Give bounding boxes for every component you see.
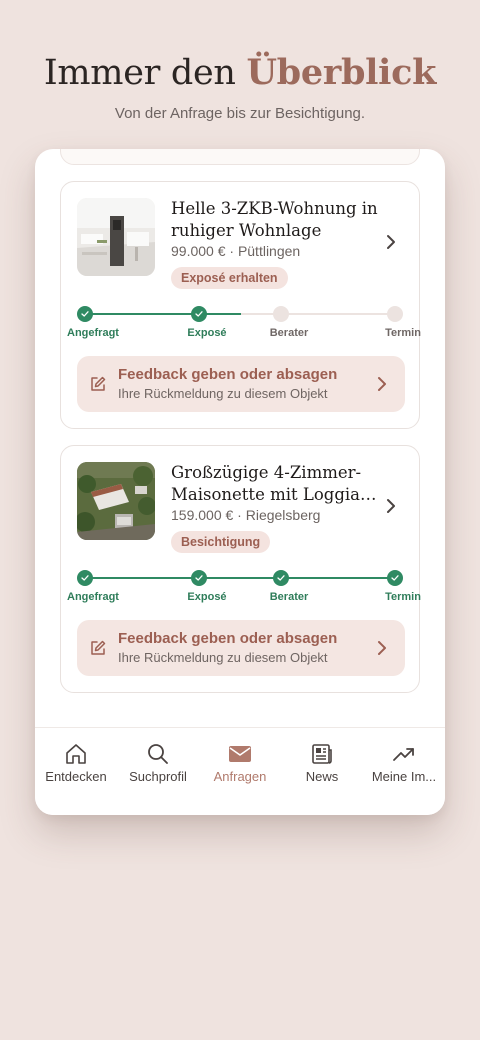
feedback-title: Feedback geben oder absagen [118, 366, 338, 383]
phone-screen: Helle 3-ZKB-Wohnung in ruhiger Wohnlage … [35, 149, 445, 815]
listing-title: Helle 3-ZKB-Wohnung in ruhiger Wohnlage [171, 199, 378, 240]
listing-card[interactable]: Helle 3-ZKB-Wohnung in ruhiger Wohnlage … [60, 181, 421, 429]
listing-photo-aerial [77, 462, 155, 540]
listing-title: Großzügige 4-Zimmer-Maisonette mit Loggi… [171, 463, 362, 504]
page-subline: Von der Anfrage bis zur Besichtigung. [114, 105, 366, 122]
chevron-right-icon [378, 377, 386, 391]
listing-photo-interior [77, 198, 155, 276]
step-dot [77, 306, 93, 322]
headline-accent: Überblick [246, 52, 437, 93]
step-dot [191, 306, 207, 322]
search-icon [148, 744, 168, 764]
listing-price-location: 159.000 € · Riegelsberg [171, 507, 321, 523]
status-badge: Exposé erhalten [171, 267, 288, 289]
tab-suchprofil[interactable]: Suchprofil [117, 728, 199, 815]
step-label: Angefragt [67, 591, 119, 603]
listing-price-location: 99.000 € · Püttlingen [171, 243, 301, 259]
tab-news[interactable]: News [281, 728, 363, 815]
tab-label: News [305, 769, 339, 784]
newspaper-icon [312, 744, 332, 764]
feedback-subtitle: Ihre Rückmeldung zu diesem Objekt [118, 386, 328, 401]
previous-card-edge [60, 149, 420, 165]
progress-fill [85, 313, 241, 315]
step-label: Termin [385, 591, 421, 603]
chevron-right-icon [378, 641, 386, 655]
step-dot [273, 570, 289, 586]
feedback-button[interactable]: Feedback geben oder absagen Ihre Rückmel… [77, 620, 405, 676]
step-label: Termin [385, 327, 421, 339]
step-dot [273, 306, 289, 322]
headline-prefix: Immer den [43, 53, 247, 93]
step-label: Angefragt [67, 327, 119, 339]
tab-entdecken[interactable]: Entdecken [35, 728, 117, 815]
edit-icon [91, 376, 106, 391]
feedback-title: Feedback geben oder absagen [118, 630, 338, 647]
progress-steps: Angefragt Exposé Berater Termin [67, 570, 421, 610]
tab-meine-immobilien[interactable]: Meine Im... [363, 728, 445, 815]
edit-icon [91, 640, 106, 655]
step-label: Exposé [187, 327, 227, 339]
tab-label: Entdecken [45, 769, 107, 784]
feedback-subtitle: Ihre Rückmeldung zu diesem Objekt [118, 650, 328, 665]
tab-label: Anfragen [213, 769, 267, 784]
tab-anfragen[interactable]: Anfragen [199, 728, 281, 815]
feedback-button[interactable]: Feedback geben oder absagen Ihre Rückmel… [77, 356, 405, 412]
bottom-tab-bar: Entdecken Suchprofil Anfragen News Meine… [35, 727, 445, 815]
step-label: Berater [269, 327, 309, 339]
step-label: Berater [269, 591, 309, 603]
progress-fill [85, 577, 397, 579]
home-icon [66, 744, 86, 764]
step-dot [77, 570, 93, 586]
tab-label: Suchprofil [129, 769, 187, 784]
mail-icon [229, 746, 251, 762]
step-dot [387, 570, 403, 586]
trending-up-icon [393, 748, 414, 761]
tab-label: Meine Im... [371, 769, 437, 784]
chevron-right-icon[interactable] [383, 498, 399, 514]
step-dot [191, 570, 207, 586]
progress-steps: Angefragt Exposé Berater Termin [67, 306, 421, 346]
status-badge: Besichtigung [171, 531, 271, 553]
chevron-right-icon[interactable] [383, 234, 399, 250]
step-label: Exposé [187, 591, 227, 603]
listing-card[interactable]: Großzügige 4-Zimmer-Maisonette mit Loggi… [60, 445, 421, 693]
step-dot [387, 306, 403, 322]
page-headline: Immer den Überblick [0, 52, 480, 93]
